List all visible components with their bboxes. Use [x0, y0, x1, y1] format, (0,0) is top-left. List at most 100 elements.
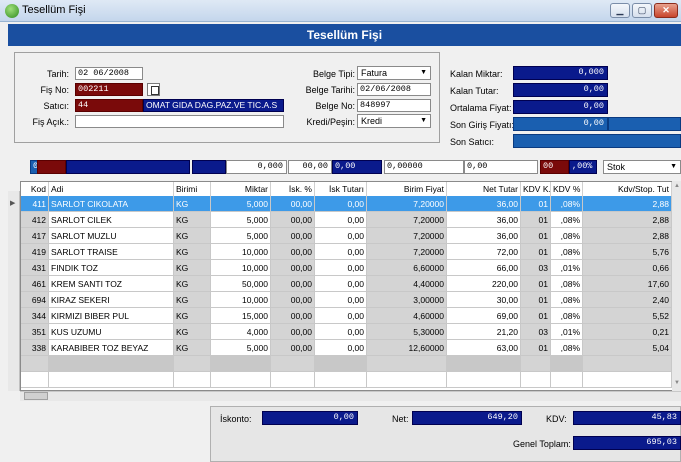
cell-isk-tutar[interactable]: 0,00 — [315, 324, 367, 340]
cell-net[interactable]: 66,00 — [447, 260, 521, 276]
cell-net[interactable]: 30,00 — [447, 292, 521, 308]
cell-isk[interactable]: 00,00 — [271, 228, 315, 244]
cell-birim-fiyat[interactable]: 4,60000 — [367, 308, 447, 324]
cell-kdv-k[interactable]: 01 — [521, 212, 551, 228]
cell-kdv-p[interactable]: ,01% — [551, 324, 583, 340]
entry-kdv-kod-field[interactable]: 00 — [540, 160, 569, 174]
entry-isk-tutar-field[interactable]: 0,00 — [332, 160, 382, 174]
cell-kdv-k[interactable]: 01 — [521, 228, 551, 244]
cell-adi[interactable]: KUS UZUMU — [49, 324, 174, 340]
column-header-birim-fiyat[interactable]: Birim Fiyat — [367, 182, 447, 196]
cell-isk-tutar[interactable]: 0,00 — [315, 228, 367, 244]
cell-kdv-k[interactable]: 01 — [521, 196, 551, 212]
cell-net[interactable]: 36,00 — [447, 196, 521, 212]
empty-cell[interactable] — [49, 372, 174, 388]
table-row[interactable]: 344 KIRMIZI BIBER PUL KG 15,000 00,00 0,00 4,6… — [21, 308, 681, 324]
cell-isk[interactable]: 00,00 — [271, 292, 315, 308]
cell-isk[interactable]: 00,00 — [271, 196, 315, 212]
stok-select[interactable]: Stok ▼ — [603, 160, 681, 174]
cell-net[interactable]: 69,00 — [447, 308, 521, 324]
cell-isk[interactable]: 00,00 — [271, 212, 315, 228]
cell-kod[interactable]: 411 — [21, 196, 49, 212]
cell-kod[interactable]: 694 — [21, 292, 49, 308]
scroll-up-icon[interactable]: ▲ — [674, 183, 680, 189]
empty-row[interactable] — [21, 356, 681, 372]
empty-cell[interactable] — [367, 356, 447, 372]
table-row[interactable]: 417 SARLOT MUZLU KG 5,000 00,00 0,00 7,20000 36… — [21, 228, 681, 244]
cell-isk[interactable]: 00,00 — [271, 340, 315, 356]
column-header-miktar[interactable]: Miktar — [211, 182, 271, 196]
empty-cell[interactable] — [174, 356, 211, 372]
cell-kdv-tut[interactable]: 17,60 — [583, 276, 672, 292]
column-header-kdv-k[interactable]: KDV K. — [521, 182, 551, 196]
cell-kdv-tut[interactable]: 0,66 — [583, 260, 672, 276]
cell-miktar[interactable]: 10,000 — [211, 292, 271, 308]
entry-kdv-yuzde-field[interactable]: ,00% — [569, 160, 597, 174]
empty-cell[interactable] — [211, 356, 271, 372]
cell-kod[interactable]: 431 — [21, 260, 49, 276]
empty-cell[interactable] — [367, 372, 447, 388]
column-header-kdv-p[interactable]: KDV % — [551, 182, 583, 196]
cell-kdv-k[interactable]: 01 — [521, 244, 551, 260]
cell-kdv-p[interactable]: ,08% — [551, 228, 583, 244]
cell-kod[interactable]: 351 — [21, 324, 49, 340]
empty-cell[interactable] — [211, 372, 271, 388]
empty-cell[interactable] — [49, 356, 174, 372]
belge-no-field[interactable]: 848997 — [357, 99, 431, 112]
cell-net[interactable]: 36,00 — [447, 228, 521, 244]
cell-birimi[interactable]: KG — [174, 292, 211, 308]
cell-isk[interactable]: 00,00 — [271, 244, 315, 260]
table-row[interactable]: 412 SARLOT CILEK KG 5,000 00,00 0,00 7,20000 36… — [21, 212, 681, 228]
cell-net[interactable]: 63,00 — [447, 340, 521, 356]
empty-cell[interactable] — [174, 372, 211, 388]
entry-birim-fiyat-field[interactable]: 0,00000 — [384, 160, 464, 174]
cell-kdv-p[interactable]: ,08% — [551, 212, 583, 228]
cell-isk[interactable]: 00,00 — [271, 260, 315, 276]
fis-acik-field[interactable] — [75, 115, 284, 128]
horizontal-scroll-thumb[interactable] — [24, 392, 48, 400]
cell-isk-tutar[interactable]: 0,00 — [315, 212, 367, 228]
cell-birimi[interactable]: KG — [174, 324, 211, 340]
cell-miktar[interactable]: 15,000 — [211, 308, 271, 324]
cell-kdv-k[interactable]: 01 — [521, 340, 551, 356]
cell-birimi[interactable]: KG — [174, 244, 211, 260]
empty-cell[interactable] — [271, 372, 315, 388]
cell-birimi[interactable]: KG — [174, 308, 211, 324]
cell-kdv-tut[interactable]: 2,88 — [583, 212, 672, 228]
cell-kdv-tut[interactable]: 5,52 — [583, 308, 672, 324]
cell-birim-fiyat[interactable]: 7,20000 — [367, 196, 447, 212]
empty-row[interactable] — [21, 372, 681, 388]
cell-miktar[interactable]: 10,000 — [211, 244, 271, 260]
fis-no-field[interactable]: 002211 — [75, 83, 143, 96]
empty-cell[interactable] — [583, 356, 672, 372]
table-row[interactable]: 431 FINDIK TOZ KG 10,000 00,00 0,00 6,60000 66,… — [21, 260, 681, 276]
table-row[interactable]: 411 SARLOT CIKOLATA KG 5,000 00,00 0,00 7,2000… — [21, 196, 681, 212]
column-header-adi[interactable]: Adi — [49, 182, 174, 196]
empty-cell[interactable] — [315, 372, 367, 388]
cell-isk[interactable]: 00,00 — [271, 308, 315, 324]
empty-cell[interactable] — [271, 356, 315, 372]
cell-birim-fiyat[interactable]: 5,30000 — [367, 324, 447, 340]
cell-isk-tutar[interactable]: 0,00 — [315, 292, 367, 308]
cell-miktar[interactable]: 4,000 — [211, 324, 271, 340]
cell-adi[interactable]: SARLOT TRAISE — [49, 244, 174, 260]
entry-unit-field[interactable] — [192, 160, 226, 174]
cell-isk-tutar[interactable]: 0,00 — [315, 276, 367, 292]
cell-birimi[interactable]: KG — [174, 276, 211, 292]
cell-kdv-p[interactable]: ,08% — [551, 340, 583, 356]
cell-birim-fiyat[interactable]: 7,20000 — [367, 228, 447, 244]
cell-isk-tutar[interactable]: 0,00 — [315, 260, 367, 276]
column-header-kdv-tut[interactable]: Kdv/Stop. Tut — [583, 182, 672, 196]
vertical-scrollbar[interactable] — [672, 181, 681, 391]
belge-tarihi-field[interactable]: 02/06/2008 — [357, 83, 431, 96]
belge-tipi-select[interactable]: Fatura ▼ — [357, 66, 431, 80]
close-button[interactable]: ✕ — [654, 3, 678, 18]
cell-birimi[interactable]: KG — [174, 340, 211, 356]
empty-cell[interactable] — [21, 356, 49, 372]
table-row[interactable]: 338 KARABIBER TOZ BEYAZ KG 5,000 00,00 0,00 12… — [21, 340, 681, 356]
column-header-kod[interactable]: Kod — [21, 182, 49, 196]
cell-kod[interactable]: 461 — [21, 276, 49, 292]
entry-net-field[interactable]: 0,00 — [464, 160, 538, 174]
cell-kod[interactable]: 412 — [21, 212, 49, 228]
cell-adi[interactable]: SARLOT CILEK — [49, 212, 174, 228]
